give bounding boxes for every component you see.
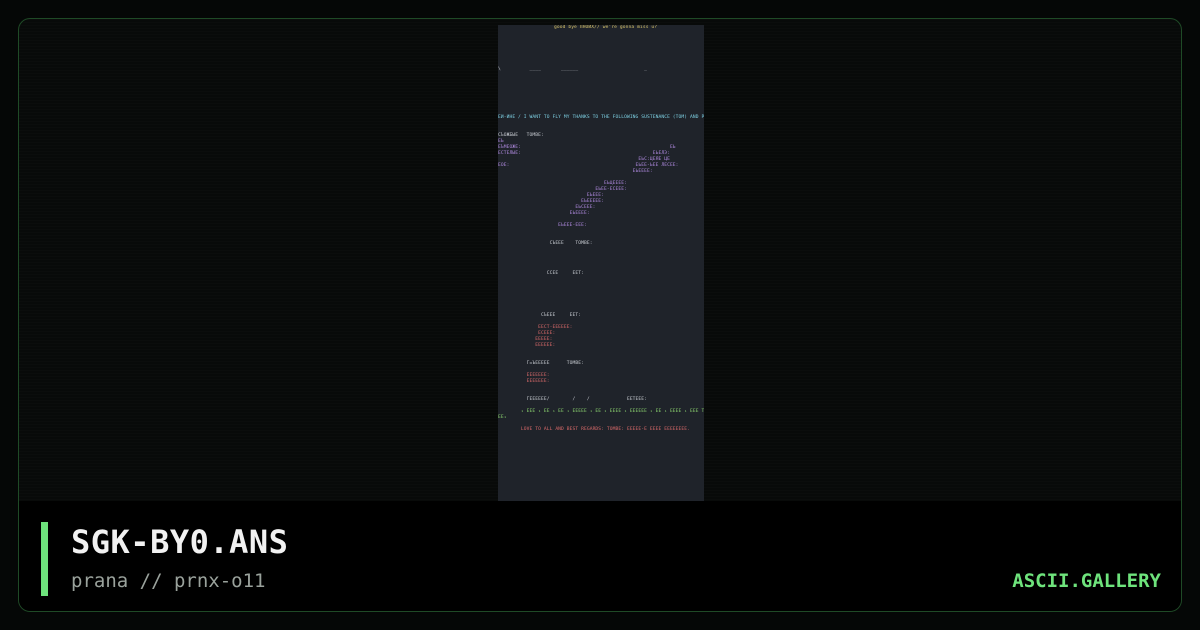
art-line: ЕЬС:ЦЕЯЕ ЦЕ	[498, 157, 670, 162]
art-line: СЪОЖБЫЕ ТОМВЕ:	[498, 133, 544, 138]
art-line: ЕЬЕЕЕЕ:	[498, 169, 653, 174]
art-line: good bye ПЯОИХ// we're gonna miss u?	[554, 25, 658, 30]
art-line: ЕЕ₁	[498, 415, 507, 420]
site-brand-link[interactable]: ASCII.GALLERY	[1012, 570, 1161, 592]
art-line: ЕЬЕЕЕЕ:	[498, 211, 590, 216]
art-line: ЕОЕ: ЕЬЕЕ-ЬЕЕ ЛЕСЕЕ:	[498, 163, 679, 168]
artwork-title: SGK-BY0.ANS	[71, 523, 289, 561]
art-line: \ ____ ______ _	[498, 67, 648, 72]
accent-stripe	[41, 522, 48, 596]
art-line: ЕИ-ИНЕ / I WANT TO FLY MY THANKS TO THE …	[498, 115, 704, 120]
art-line: ЕСЕЕЕ:	[498, 331, 556, 336]
art-line: СЪЕЕЕ ЕЕТ:	[498, 313, 582, 318]
art-line: ГЕЕЕЕЕЕ/ / / ЕЕТЕЕЕ:	[498, 397, 648, 402]
info-bar: SGK-BY0.ANS prana // prnx-o11 ASCII.GALL…	[19, 501, 1181, 611]
art-line: ЕЪМЕОЖЕ: ЕЬ	[498, 145, 676, 150]
art-line: ЕЬЕЕЕ-ЕЕЕ:	[498, 223, 587, 228]
ansi-artwork-preview[interactable]: good bye ПЯОИХ// we're gonna miss u? \ __…	[498, 25, 704, 501]
art-line: ЕЕЕЕЕЕЕ:	[498, 379, 550, 384]
art-line: ЕЕЕЕЕЕЕ:	[498, 373, 550, 378]
art-line: ЕЬ	[498, 139, 504, 144]
art-line: СЪЕЕЕ ТОМВЕ:	[498, 241, 593, 246]
art-line: ЕЕЕЕЕ:	[498, 337, 553, 342]
art-line: ЕЬЕЕЕЕЕ:	[498, 199, 605, 204]
preview-card: good bye ПЯОИХ// we're gonna miss u? \ __…	[18, 18, 1182, 612]
art-line: ЕЕЕЕЕЕ:	[498, 343, 556, 348]
art-line: ЕЬЦЕЕЕЕ:	[498, 181, 627, 186]
artist-group-label: prana // prnx-o11	[71, 570, 266, 592]
art-line: LOVE TO ALL AND BEST REGARDS: ТОМВЕ: ЕЕЕ…	[498, 427, 690, 432]
art-line: ₁ ЕЕЕ ₁ ЕЕ ₁ ЕЕ ₁ ЕЕЕЕЕ ₁ ЕЕ ₁ ЕЕЕЕ ₁ ЕЕ…	[498, 409, 704, 414]
art-line: ЕЬЕЕЕ:	[498, 193, 605, 198]
art-line: ЕЬСЕЕЕ:	[498, 205, 596, 210]
art-line: ЕЬЕЕ-ЕСЕЕЕ:	[498, 187, 627, 192]
art-line: Г=ЪЕЕЕЕЕ ТОМВЕ:	[498, 361, 584, 366]
art-line: ЕСТЕЛЫЕ: ЕЬЕЛЭ:	[498, 151, 670, 156]
art-line: ССЕЕ ЕЕТ:	[498, 271, 584, 276]
art-line: ЕЕСТ-ЕЕЕЕЕЕ:	[498, 325, 573, 330]
